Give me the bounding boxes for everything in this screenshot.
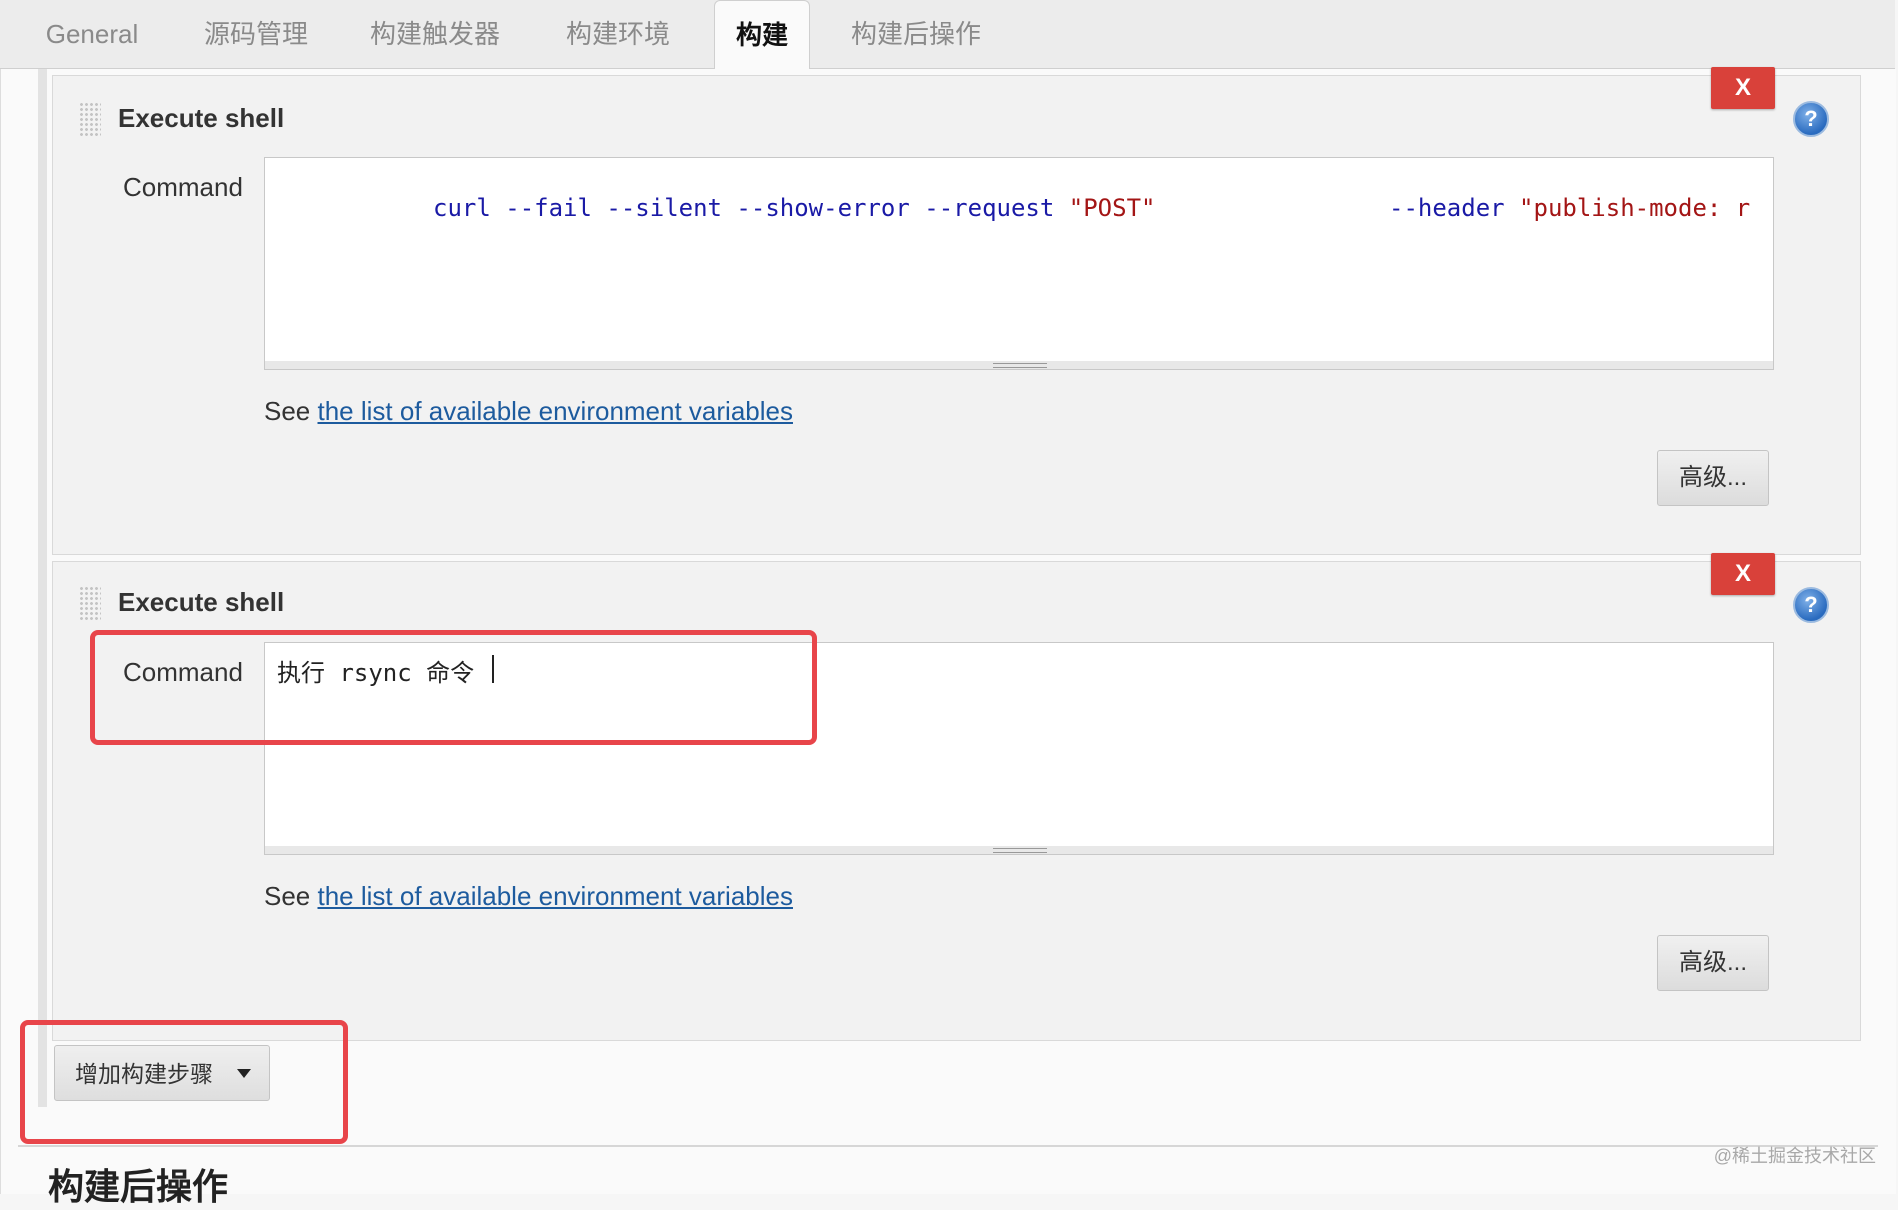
command-code-line: curl --fail --silent --show-error --requ… (433, 194, 1156, 222)
drag-handle-icon[interactable] (79, 102, 101, 138)
add-build-step-button[interactable]: 增加构建步骤 (54, 1045, 270, 1101)
help-icon[interactable]: ? (1793, 101, 1829, 137)
annotation-command-highlight (90, 630, 817, 745)
command-code-line-cont: --header "publish-mode: r (1389, 194, 1751, 222)
env-vars-hint: See the list of available environment va… (264, 881, 793, 911)
delete-step-button[interactable]: X (1711, 67, 1775, 109)
env-vars-link[interactable]: the list of available environment variab… (318, 396, 793, 426)
watermark: @稀土掘金技术社区 (1713, 1146, 1876, 1166)
command-label: Command (123, 172, 243, 202)
dropdown-caret-icon (237, 1069, 251, 1078)
tab-source-management[interactable]: 源码管理 (188, 0, 324, 68)
textarea-resize-handle[interactable] (264, 361, 1774, 370)
tab-build-environment[interactable]: 构建环境 (548, 0, 688, 68)
post-build-section-heading: 构建后操作 (48, 1166, 229, 1207)
delete-step-button[interactable]: X (1711, 553, 1775, 595)
step-title: Execute shell (118, 103, 285, 133)
command-textarea[interactable]: curl --fail --silent --show-error --requ… (264, 157, 1774, 363)
section-divider (18, 1145, 1878, 1147)
tab-build[interactable]: 构建 (714, 0, 810, 70)
drag-handle-icon[interactable] (79, 586, 101, 622)
section-indent-bar (38, 69, 47, 1107)
advanced-button[interactable]: 高级... (1657, 935, 1769, 991)
tab-build-triggers[interactable]: 构建触发器 (360, 0, 510, 68)
config-tab-bar: General 源码管理 构建触发器 构建环境 构建 构建后操作 (0, 0, 1895, 70)
tab-general[interactable]: General (22, 0, 162, 68)
env-vars-link[interactable]: the list of available environment variab… (318, 881, 793, 911)
help-icon[interactable]: ? (1793, 587, 1829, 623)
env-vars-hint: See the list of available environment va… (264, 396, 793, 426)
step-title: Execute shell (118, 587, 285, 617)
advanced-button[interactable]: 高级... (1657, 450, 1769, 506)
tab-post-build-actions[interactable]: 构建后操作 (838, 0, 994, 68)
textarea-resize-handle[interactable] (264, 846, 1774, 855)
